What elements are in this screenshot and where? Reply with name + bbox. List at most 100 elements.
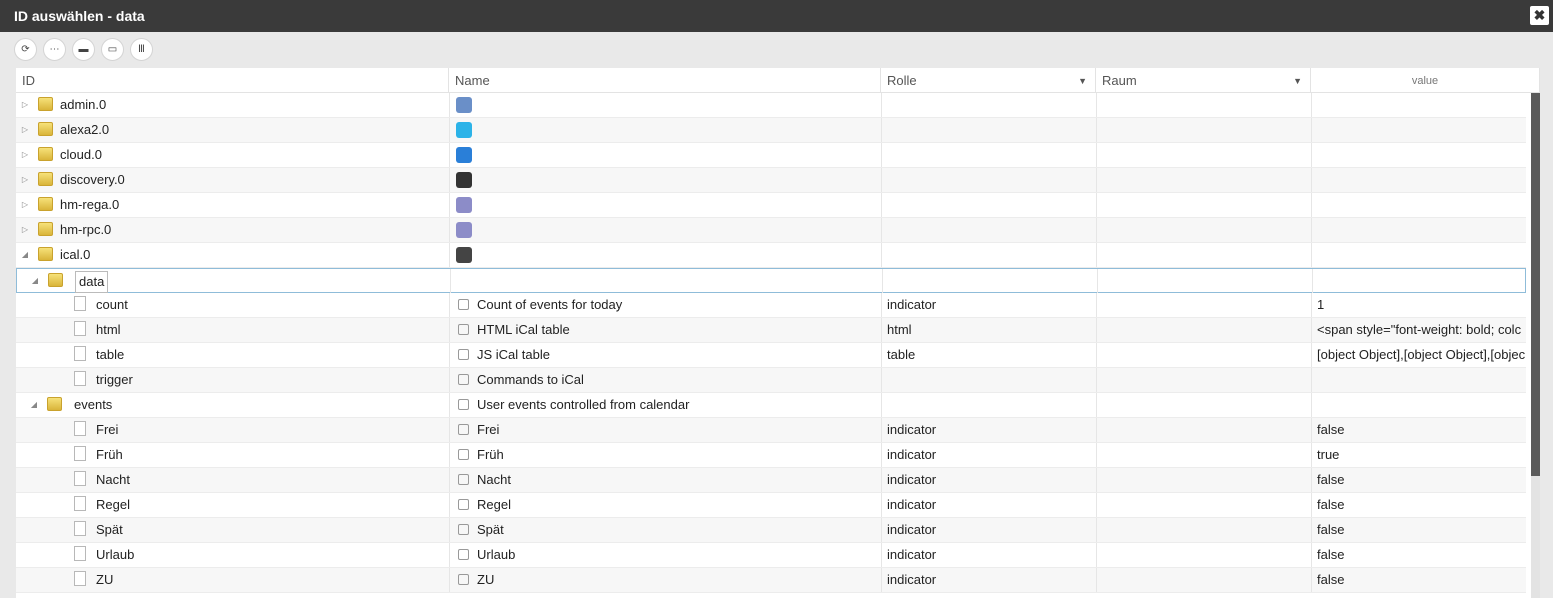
value-cell bbox=[1311, 93, 1526, 117]
folder-icon bbox=[38, 122, 53, 136]
id-cell: ◢ data bbox=[17, 269, 450, 293]
id-cell: ▷ cloud.0 bbox=[16, 143, 449, 167]
tree-row[interactable]: count Count of events for today indicator 1 bbox=[16, 293, 1526, 318]
column-header-name[interactable]: Name bbox=[449, 68, 881, 93]
expand-toggle-icon[interactable]: ▷ bbox=[20, 193, 30, 217]
tree-row[interactable]: Frei Frei indicator false bbox=[16, 418, 1526, 443]
role-cell bbox=[881, 243, 1096, 267]
folder-closed-button[interactable]: ▬ bbox=[72, 38, 95, 61]
role-filter-dropdown-icon[interactable]: ▼ bbox=[1078, 68, 1087, 94]
role-cell: table bbox=[881, 343, 1096, 367]
state-file-icon bbox=[74, 446, 86, 461]
folder-icon bbox=[38, 197, 53, 211]
column-header-room[interactable]: Raum ▼ bbox=[1096, 68, 1311, 93]
tree-row[interactable]: Nacht Nacht indicator false bbox=[16, 468, 1526, 493]
expand-toggle-icon[interactable]: ◢ bbox=[29, 393, 39, 417]
tree-rows: ▷ admin.0 ▷ alexa2.0 ▷ cloud.0 ▷ discovery.0 ▷ hm… bbox=[16, 93, 1526, 593]
scrollbar-thumb[interactable] bbox=[1531, 93, 1540, 476]
role-cell bbox=[881, 193, 1096, 217]
object-id: table bbox=[96, 347, 125, 362]
tree-row[interactable]: Spät Spät indicator false bbox=[16, 518, 1526, 543]
role-cell bbox=[881, 368, 1096, 392]
tree-row[interactable]: ▷ cloud.0 bbox=[16, 143, 1526, 168]
folder-open-button[interactable]: ▭ bbox=[101, 38, 124, 61]
name-cell: Count of events for today bbox=[449, 293, 881, 317]
expand-toggle-icon[interactable]: ▷ bbox=[20, 168, 30, 192]
object-tree-grid: ID Name Rolle ▼ Raum ▼ value ▷ admin.0 ▷ alex… bbox=[16, 68, 1540, 598]
tree-row[interactable]: Urlaub Urlaub indicator false bbox=[16, 543, 1526, 568]
tree-row[interactable]: ◢ events User events controlled from calen… bbox=[16, 393, 1526, 418]
tree-row[interactable]: Regel Regel indicator false bbox=[16, 493, 1526, 518]
expand-toggle-icon[interactable]: ▷ bbox=[20, 218, 30, 242]
cloud-icon bbox=[456, 147, 472, 163]
object-role: indicator bbox=[887, 522, 937, 537]
room-cell bbox=[1096, 193, 1311, 217]
object-value: <span style="font-weight: bold; colc bbox=[1317, 322, 1522, 337]
calendar-icon bbox=[456, 247, 472, 263]
expand-toggle-icon[interactable]: ▷ bbox=[20, 118, 30, 142]
object-id: hm-rpc.0 bbox=[60, 222, 112, 237]
name-cell bbox=[450, 269, 882, 293]
room-cell bbox=[1096, 343, 1311, 367]
role-cell bbox=[881, 143, 1096, 167]
column-header-id[interactable]: ID bbox=[16, 68, 449, 93]
id-cell: Frei bbox=[16, 418, 449, 442]
object-id: data bbox=[75, 271, 109, 293]
tree-row[interactable]: ▷ alexa2.0 bbox=[16, 118, 1526, 143]
close-button[interactable]: ✖ bbox=[1530, 6, 1549, 25]
name-cell: Commands to iCal bbox=[449, 368, 881, 392]
id-cell: ZU bbox=[16, 568, 449, 592]
state-file-icon bbox=[74, 346, 86, 361]
room-cell bbox=[1096, 368, 1311, 392]
refresh-button[interactable]: ⟳ bbox=[14, 38, 37, 61]
homematic-icon bbox=[456, 222, 472, 238]
columns-button[interactable]: Ⅲ bbox=[130, 38, 153, 61]
id-cell: Regel bbox=[16, 493, 449, 517]
role-cell bbox=[881, 393, 1096, 417]
tree-row[interactable]: ▷ admin.0 bbox=[16, 93, 1526, 118]
folder-icon bbox=[38, 222, 53, 236]
state-file-icon bbox=[74, 321, 86, 336]
tree-row[interactable]: table JS iCal table table [object Object],[… bbox=[16, 343, 1526, 368]
tree-row[interactable]: trigger Commands to iCal bbox=[16, 368, 1526, 393]
role-cell bbox=[881, 118, 1096, 142]
object-role: html bbox=[887, 322, 912, 337]
tree-row[interactable]: ◢ ical.0 bbox=[16, 243, 1526, 268]
state-icon bbox=[458, 424, 469, 435]
object-id: Frei bbox=[96, 422, 119, 437]
object-id: events bbox=[74, 397, 113, 412]
tree-row[interactable]: ▷ hm-rega.0 bbox=[16, 193, 1526, 218]
tree-row[interactable]: ▷ discovery.0 bbox=[16, 168, 1526, 193]
expand-toggle-icon[interactable]: ◢ bbox=[30, 269, 40, 293]
tree-row[interactable]: html HTML iCal table html <span style="font… bbox=[16, 318, 1526, 343]
list-button[interactable]: ⋯ bbox=[43, 38, 66, 61]
object-role: indicator bbox=[887, 297, 937, 312]
id-cell: ▷ alexa2.0 bbox=[16, 118, 449, 142]
expand-toggle-icon[interactable]: ◢ bbox=[20, 243, 30, 267]
id-cell: table bbox=[16, 343, 449, 367]
tree-row[interactable]: ◢ data bbox=[16, 268, 1526, 293]
column-header-role[interactable]: Rolle ▼ bbox=[881, 68, 1096, 93]
column-header-role-label: Rolle bbox=[887, 73, 917, 88]
column-header-value[interactable]: value bbox=[1311, 68, 1540, 93]
tree-row[interactable]: ▷ hm-rpc.0 bbox=[16, 218, 1526, 243]
gear-icon bbox=[456, 97, 472, 113]
folder-icon bbox=[38, 172, 53, 186]
tree-row[interactable]: ZU ZU indicator false bbox=[16, 568, 1526, 593]
room-filter-dropdown-icon[interactable]: ▼ bbox=[1293, 68, 1302, 94]
state-file-icon bbox=[74, 296, 86, 311]
value-cell: false bbox=[1311, 543, 1526, 567]
expand-toggle-icon[interactable]: ▷ bbox=[20, 93, 30, 117]
expand-toggle-icon[interactable]: ▷ bbox=[20, 143, 30, 167]
tree-row[interactable]: Früh Früh indicator true bbox=[16, 443, 1526, 468]
name-cell bbox=[449, 93, 881, 117]
object-id: Regel bbox=[96, 497, 130, 512]
value-cell bbox=[1311, 193, 1526, 217]
vertical-scrollbar[interactable] bbox=[1531, 93, 1540, 598]
name-cell: Urlaub bbox=[449, 543, 881, 567]
id-cell: html bbox=[16, 318, 449, 342]
value-cell: false bbox=[1311, 568, 1526, 592]
folder-open-icon: ▭ bbox=[107, 44, 118, 55]
state-icon bbox=[458, 374, 469, 385]
state-icon bbox=[458, 349, 469, 360]
